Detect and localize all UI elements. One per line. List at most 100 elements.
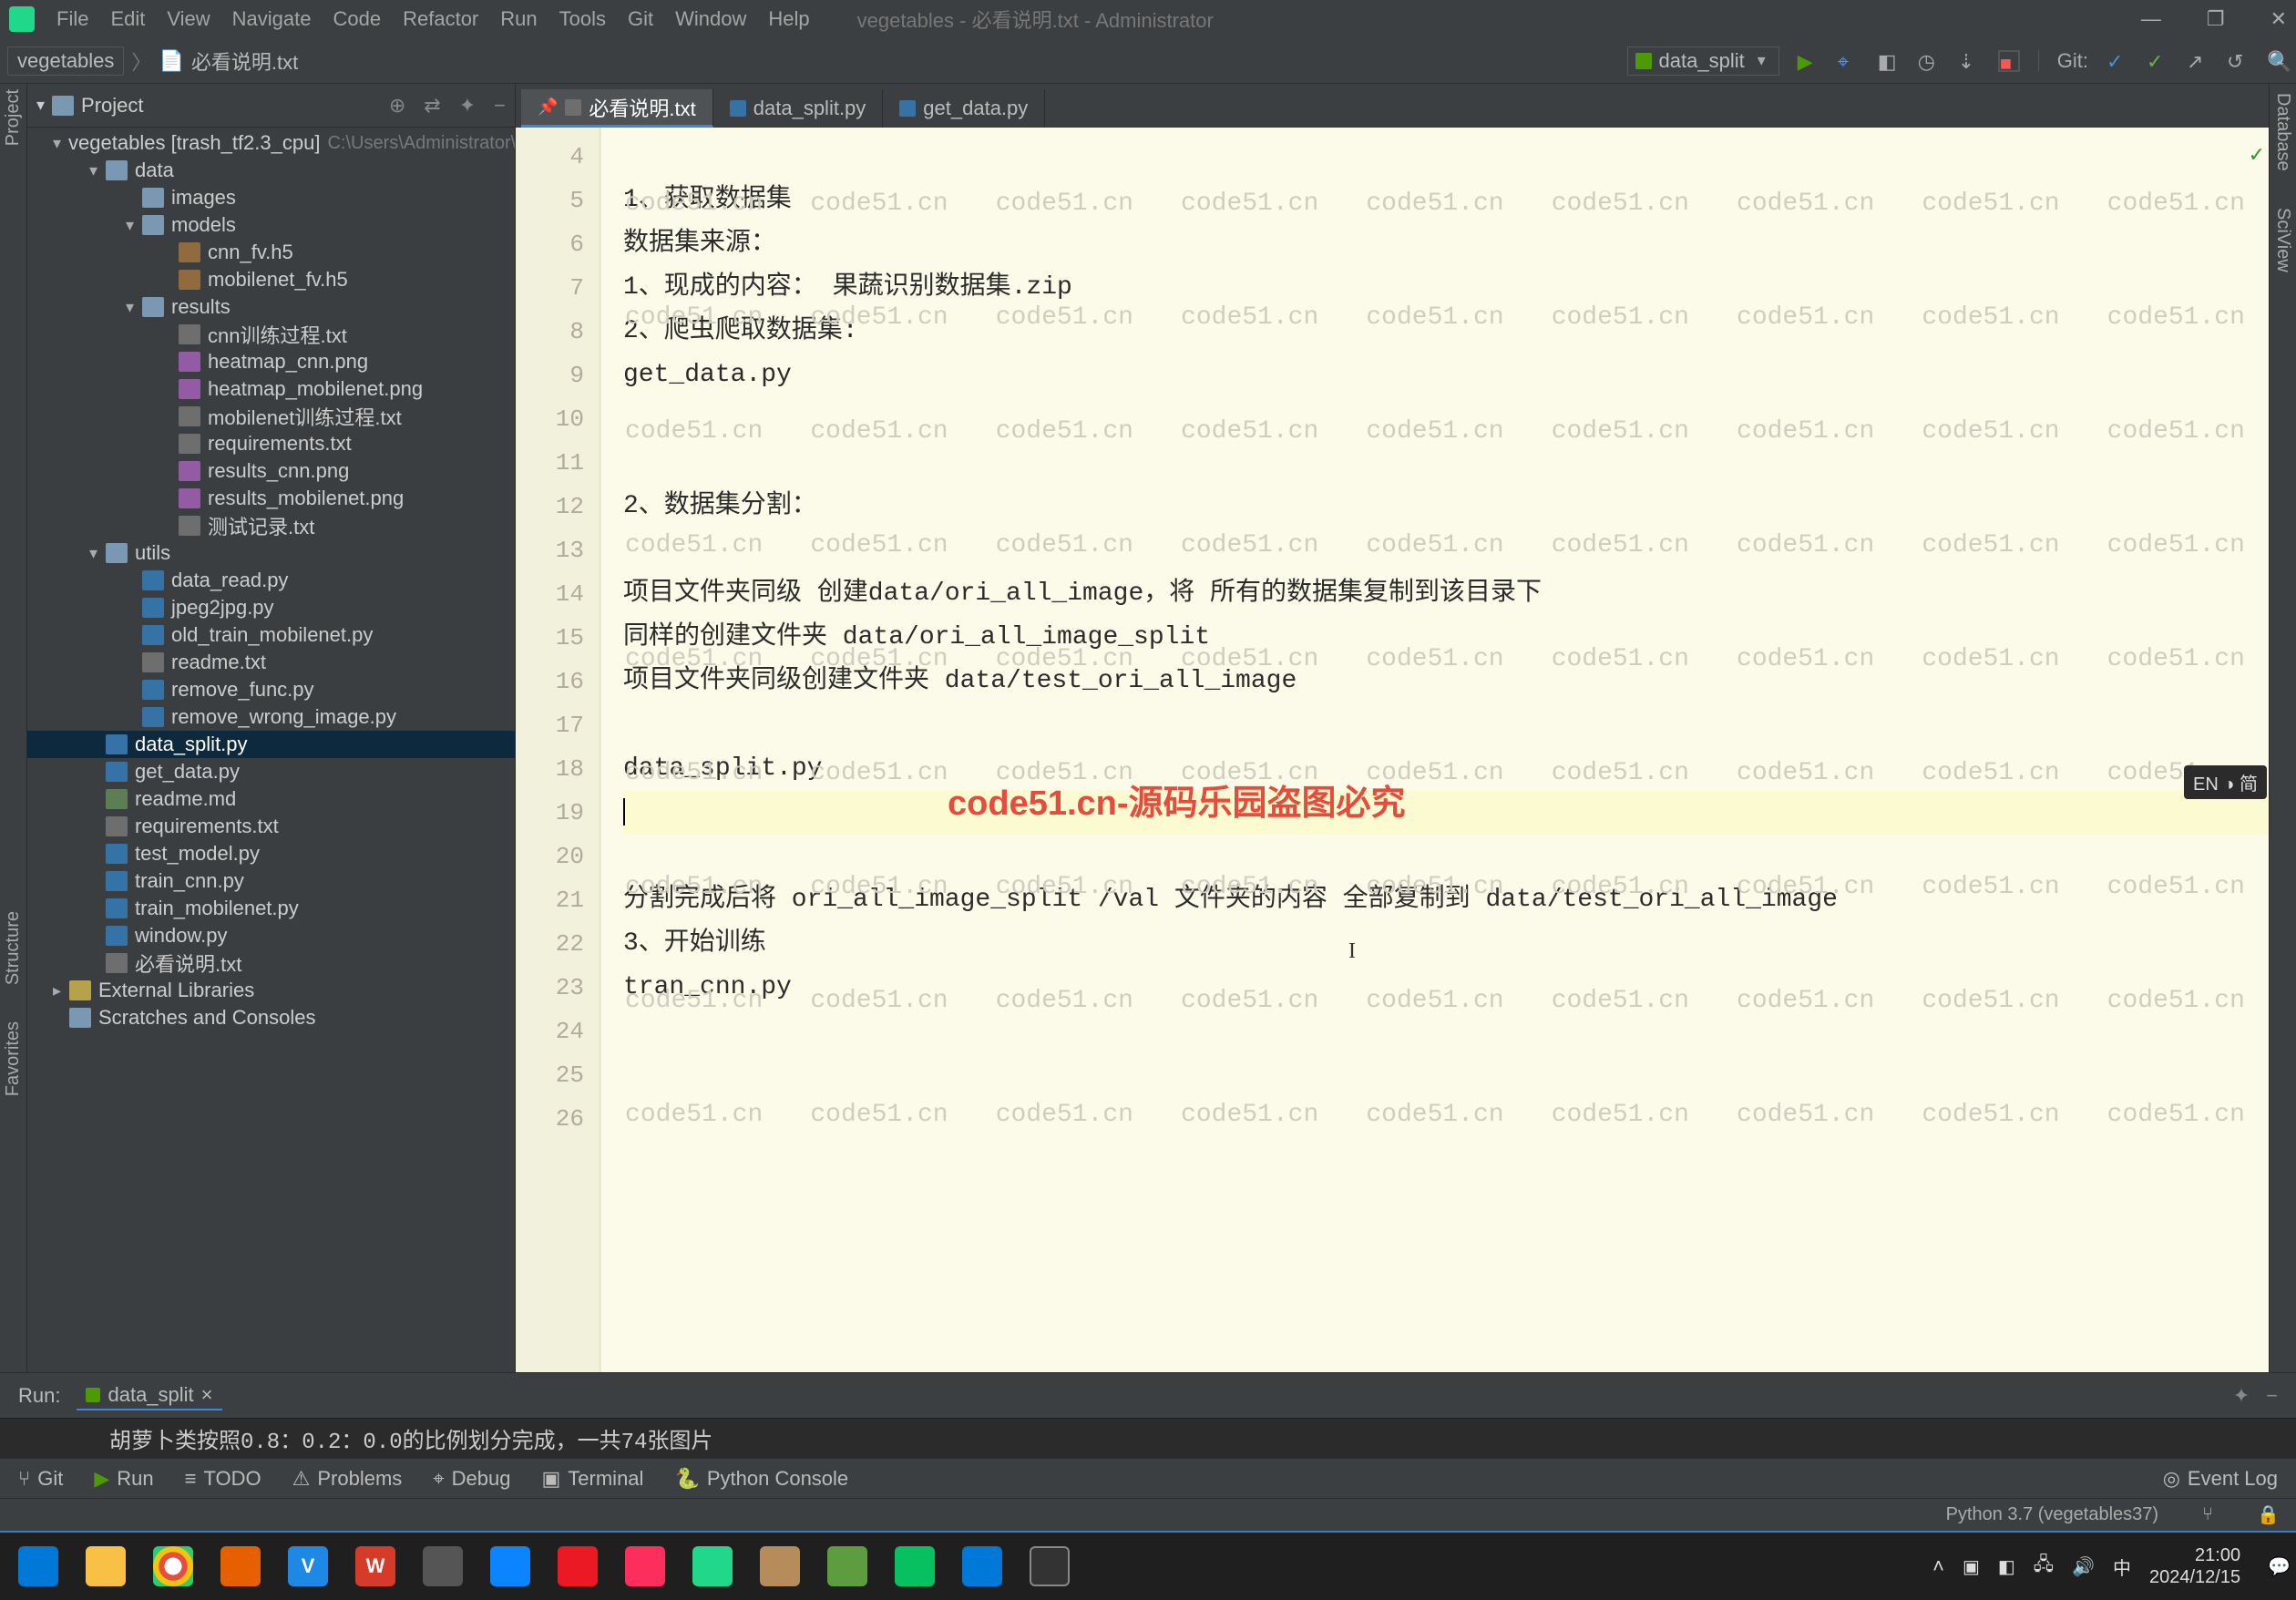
taskbar-intellij[interactable] <box>612 1539 678 1594</box>
status-python[interactable]: Python 3.7 (vegetables37) <box>1946 1504 2159 1525</box>
taskbar-store[interactable] <box>949 1539 1015 1594</box>
tree-item-train_cnn-py[interactable]: train_cnn.py <box>27 867 515 895</box>
taskbar-chrome[interactable] <box>140 1539 206 1594</box>
window-maximize-button[interactable]: ❐ <box>2207 7 2225 31</box>
coverage-button-icon[interactable]: ◧ <box>1878 50 1900 72</box>
taskbar-firefox[interactable] <box>208 1539 273 1594</box>
systray-icon-1[interactable]: ▣ <box>1963 1555 1980 1578</box>
editor-line-9[interactable]: get_data.py <box>623 354 2269 397</box>
editor-line-18[interactable]: data_split.py <box>623 747 2269 791</box>
ime-indicator[interactable]: EN ◑ 简 <box>2184 765 2267 799</box>
rail-sciview[interactable]: SciView <box>2272 208 2293 272</box>
attach-button-icon[interactable]: ⇣ <box>1958 50 1980 72</box>
rail-structure[interactable]: Structure <box>3 911 24 985</box>
systray-network-icon[interactable]: 🖧 <box>2034 1551 2054 1582</box>
editor-line-17[interactable] <box>623 703 2269 747</box>
status-lock-icon[interactable]: 🔒 <box>2257 1503 2280 1526</box>
run-hide-icon[interactable]: − <box>2266 1384 2278 1408</box>
tree-item-remove_wrong_image-py[interactable]: remove_wrong_image.py <box>27 703 515 731</box>
tree-item-cnn-txt[interactable]: cnn训练过程.txt <box>27 321 515 348</box>
taskbar-wechat[interactable] <box>882 1539 948 1594</box>
project-settings-icon[interactable]: ✦ <box>459 94 476 118</box>
tree-item-remove_func-py[interactable]: remove_func.py <box>27 676 515 703</box>
systray-volume-icon[interactable]: 🔊 <box>2072 1555 2095 1578</box>
editor-line-6[interactable]: 数据集来源： <box>623 222 2269 266</box>
tree-item-jpeg2jpg-py[interactable]: jpeg2jpg.py <box>27 594 515 621</box>
editor-line-7[interactable]: 1、现成的内容： 果蔬识别数据集.zip <box>623 266 2269 310</box>
taskbar-clock[interactable]: 21:00 2024/12/15 <box>2149 1544 2250 1588</box>
project-tree[interactable]: vegetables [trash_tf2.3_cpu]C:\Users\Adm… <box>27 128 515 1372</box>
editor-line-14[interactable]: 项目文件夹同级 创建data/ori_all_image，将 所有的数据集复制到… <box>623 572 2269 616</box>
tree-root[interactable]: vegetables [trash_tf2.3_cpu]C:\Users\Adm… <box>27 129 515 157</box>
taskbar-notif-icon[interactable]: 💬 <box>2268 1555 2291 1578</box>
menu-view[interactable]: View <box>156 7 220 31</box>
tool-git[interactable]: ⑂Git <box>18 1467 63 1491</box>
editor-line-22[interactable]: 3、开始训练 <box>623 922 2269 966</box>
taskbar-edge[interactable] <box>477 1539 543 1594</box>
tree-item-results_mobilenet-png[interactable]: results_mobilenet.png <box>27 485 515 512</box>
breadcrumb-root[interactable]: vegetables <box>7 46 124 76</box>
tree-item-window-py[interactable]: window.py <box>27 922 515 949</box>
taskbar-pycharm[interactable] <box>680 1539 745 1594</box>
editor-line-21[interactable]: 分割完成后将 ori_all_image_split /val 文件夹的内容 全… <box>623 878 2269 922</box>
tree-item-heatmap_cnn-png[interactable]: heatmap_cnn.png <box>27 348 515 375</box>
systray-icon-2[interactable]: ◧ <box>1998 1555 2015 1578</box>
tree-item-models[interactable]: models <box>27 211 515 239</box>
run-active-config-tab[interactable]: data_split × <box>77 1381 221 1410</box>
tree-item--txt[interactable]: 必看说明.txt <box>27 949 515 977</box>
tree-item-mobilenet-txt[interactable]: mobilenet训练过程.txt <box>27 403 515 430</box>
editor-line-23[interactable]: tran_cnn.py <box>623 966 2269 1010</box>
tree-item-data[interactable]: data <box>27 157 515 184</box>
git-update-icon[interactable]: ✓ <box>2106 50 2128 72</box>
run-button-icon[interactable]: ▶ <box>1798 50 1819 72</box>
menu-edit[interactable]: Edit <box>99 7 156 31</box>
editor-line-24[interactable] <box>623 1010 2269 1053</box>
run-config-selector[interactable]: data_split <box>1627 46 1779 76</box>
editor-line-16[interactable]: 项目文件夹同级创建文件夹 data/test_ori_all_image <box>623 660 2269 703</box>
editor-scroll-area[interactable]: 4567891011121314151617181920212223242526… <box>516 128 2269 1372</box>
git-commit-icon[interactable]: ✓ <box>2147 50 2168 72</box>
tool-pyconsole[interactable]: 🐍Python Console <box>674 1467 848 1491</box>
tree-item-results[interactable]: results <box>27 293 515 321</box>
taskbar-notepad[interactable] <box>815 1539 880 1594</box>
project-collapse-icon[interactable]: ⊕ <box>389 94 405 118</box>
breadcrumb-file[interactable]: 必看说明.txt <box>191 46 298 76</box>
menu-refactor[interactable]: Refactor <box>392 7 489 31</box>
project-expand-icon[interactable]: ⇄ <box>424 94 440 118</box>
window-close-button[interactable]: ✕ <box>2270 7 2287 31</box>
run-tab-close-icon[interactable]: × <box>201 1383 213 1407</box>
taskbar-qq[interactable] <box>545 1539 610 1594</box>
taskbar-folder[interactable] <box>747 1539 813 1594</box>
tree-item-requirements-txt[interactable]: requirements.txt <box>27 813 515 840</box>
git-history-icon[interactable]: ↺ <box>2227 50 2249 72</box>
tool-terminal[interactable]: ▣Terminal <box>542 1467 644 1491</box>
profile-button-icon[interactable]: ◷ <box>1918 50 1940 72</box>
menu-help[interactable]: Help <box>757 7 820 31</box>
editor-line-5[interactable]: 1、获取数据集 <box>623 179 2269 222</box>
tree-item-train_mobilenet-py[interactable]: train_mobilenet.py <box>27 895 515 922</box>
tool-event-log[interactable]: ◎Event Log <box>2163 1467 2278 1491</box>
stop-button-icon[interactable]: ■ <box>1998 50 2020 72</box>
editor-line-20[interactable] <box>623 835 2269 878</box>
systray-expand-icon[interactable]: ˄ <box>1932 1554 1944 1578</box>
editor-tab-data_split-py[interactable]: data_split.py <box>713 89 884 128</box>
tree-item-old_train_mobilenet-py[interactable]: old_train_mobilenet.py <box>27 621 515 649</box>
taskbar-text[interactable] <box>1017 1539 1082 1594</box>
editor-line-13[interactable] <box>623 528 2269 572</box>
tree-item-test_model-py[interactable]: test_model.py <box>27 840 515 867</box>
editor-line-15[interactable]: 同样的创建文件夹 data/ori_all_image_split <box>623 616 2269 660</box>
search-icon[interactable]: 🔍 <box>2267 50 2289 72</box>
menu-window[interactable]: Window <box>664 7 757 31</box>
menu-navigate[interactable]: Navigate <box>221 7 323 31</box>
menu-code[interactable]: Code <box>323 7 393 31</box>
editor-line-25[interactable] <box>623 1053 2269 1097</box>
tree-item-results_cnn-png[interactable]: results_cnn.png <box>27 457 515 485</box>
tree-item-get_data-py[interactable]: get_data.py <box>27 758 515 785</box>
tool-debug[interactable]: ⌖Debug <box>433 1467 510 1491</box>
tree-item-requirements-txt[interactable]: requirements.txt <box>27 430 515 457</box>
run-output[interactable]: 胡萝卜类按照0.8：0.2：0.0的比例划分完成，一共74张图片 <box>0 1418 2296 1458</box>
editor-line-26[interactable] <box>623 1097 2269 1141</box>
rail-database[interactable]: Database <box>2272 93 2293 171</box>
tree-item-cnn_fv-h5[interactable]: cnn_fv.h5 <box>27 239 515 266</box>
editor-line-10[interactable] <box>623 397 2269 441</box>
